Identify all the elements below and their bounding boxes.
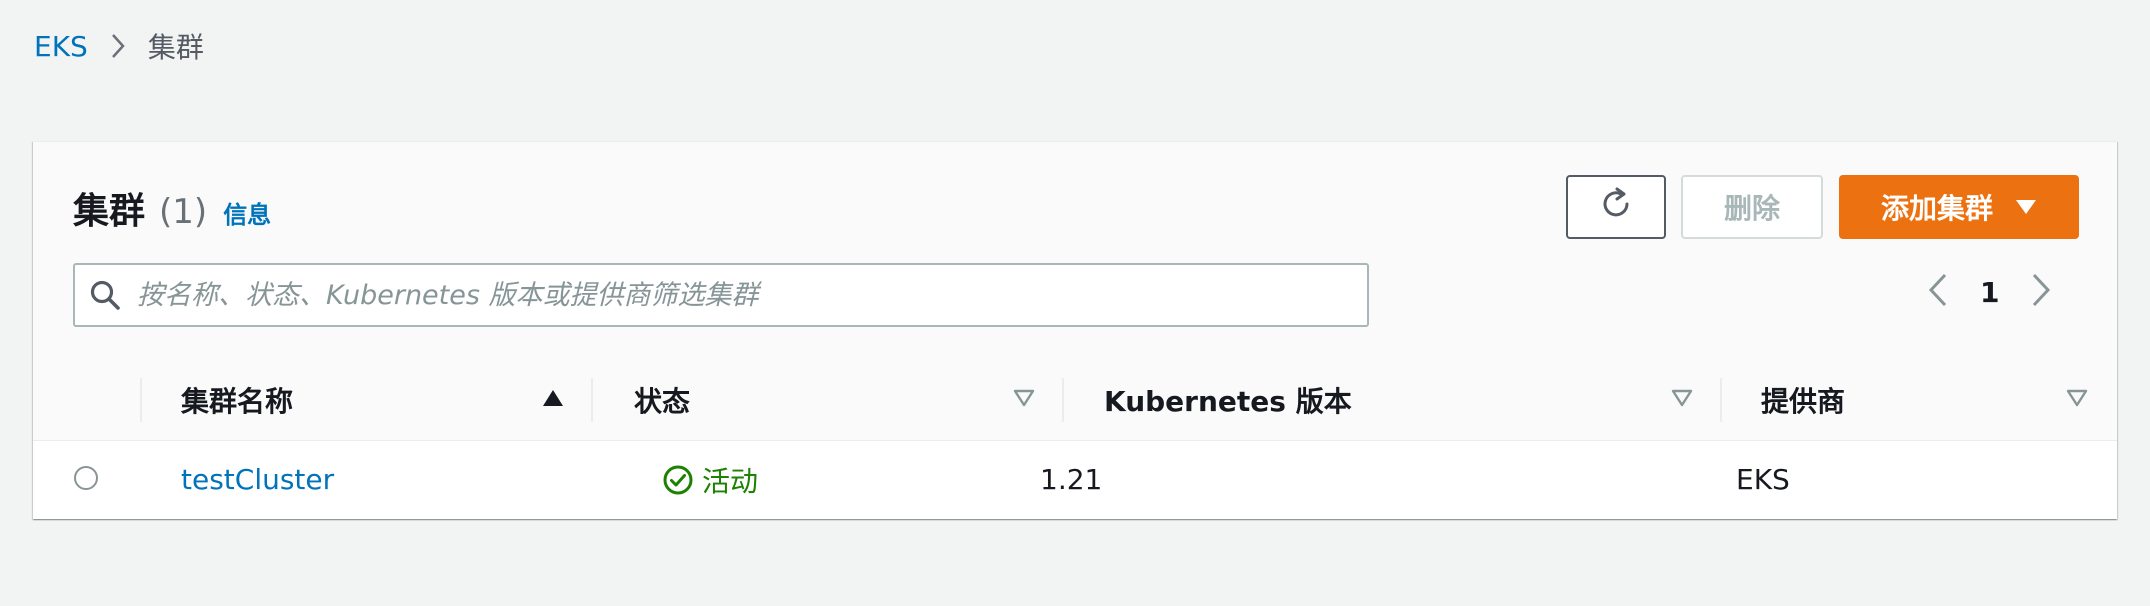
column-divider bbox=[1062, 378, 1064, 422]
delete-button[interactable]: 删除 bbox=[1681, 175, 1823, 239]
page-number[interactable]: 1 bbox=[1980, 276, 1999, 309]
column-header-status[interactable]: 状态 bbox=[634, 360, 690, 440]
sort-icon[interactable] bbox=[2066, 388, 2088, 408]
column-header-version[interactable]: Kubernetes 版本 bbox=[1104, 360, 1352, 440]
breadcrumb-current: 集群 bbox=[147, 31, 204, 64]
column-divider bbox=[591, 378, 593, 422]
info-link[interactable]: 信息 bbox=[223, 195, 271, 230]
breadcrumb: EKS 集群 bbox=[34, 26, 204, 66]
column-header-provider[interactable]: 提供商 bbox=[1761, 360, 1845, 440]
sort-ascending-icon[interactable] bbox=[542, 388, 564, 408]
sort-icon[interactable] bbox=[1671, 388, 1693, 408]
title-text: 集群 bbox=[73, 191, 146, 232]
table-header: 集群名称 状态 Kubernetes 版本 提供商 bbox=[33, 360, 2117, 441]
check-circle-icon bbox=[662, 464, 694, 496]
status-text: 活动 bbox=[702, 464, 759, 498]
sort-icon[interactable] bbox=[1013, 388, 1035, 408]
column-divider bbox=[140, 378, 142, 422]
chevron-right-icon bbox=[110, 33, 126, 59]
column-header-name[interactable]: 集群名称 bbox=[181, 360, 293, 440]
table-row[interactable]: testCluster 活动 1.21 EKS bbox=[33, 440, 2117, 519]
pagination: 1 bbox=[1928, 273, 2051, 311]
status-badge: 活动 bbox=[662, 440, 758, 519]
search-icon bbox=[89, 279, 121, 311]
refresh-icon bbox=[1598, 186, 1634, 229]
kubernetes-version: 1.21 bbox=[1040, 463, 1103, 496]
panel-header: 集群 (1) 信息 删除 添加集群 按名称、状态、Kubernetes 版本或提… bbox=[33, 142, 2117, 361]
cluster-count: (1) bbox=[159, 192, 208, 232]
row-select-radio[interactable] bbox=[74, 466, 98, 490]
chevron-right-icon[interactable] bbox=[2031, 273, 2051, 311]
add-cluster-button[interactable]: 添加集群 bbox=[1839, 175, 2079, 239]
refresh-button[interactable] bbox=[1566, 175, 1666, 239]
breadcrumb-eks-link[interactable]: EKS bbox=[34, 30, 88, 63]
column-divider bbox=[1720, 378, 1722, 422]
search-field[interactable] bbox=[73, 263, 1369, 327]
chevron-left-icon[interactable] bbox=[1928, 273, 1948, 311]
add-cluster-label: 添加集群 bbox=[1880, 192, 1993, 225]
cluster-name-text[interactable]: testCluster bbox=[181, 463, 334, 496]
cluster-name-link[interactable]: testCluster bbox=[181, 440, 334, 519]
clusters-panel: 集群 (1) 信息 删除 添加集群 按名称、状态、Kubernetes 版本或提… bbox=[33, 141, 2117, 519]
provider: EKS bbox=[1736, 463, 1790, 496]
page-title: 集群 (1) 信息 bbox=[73, 182, 271, 234]
search-input[interactable] bbox=[135, 278, 1339, 312]
caret-down-icon bbox=[2015, 199, 2037, 215]
